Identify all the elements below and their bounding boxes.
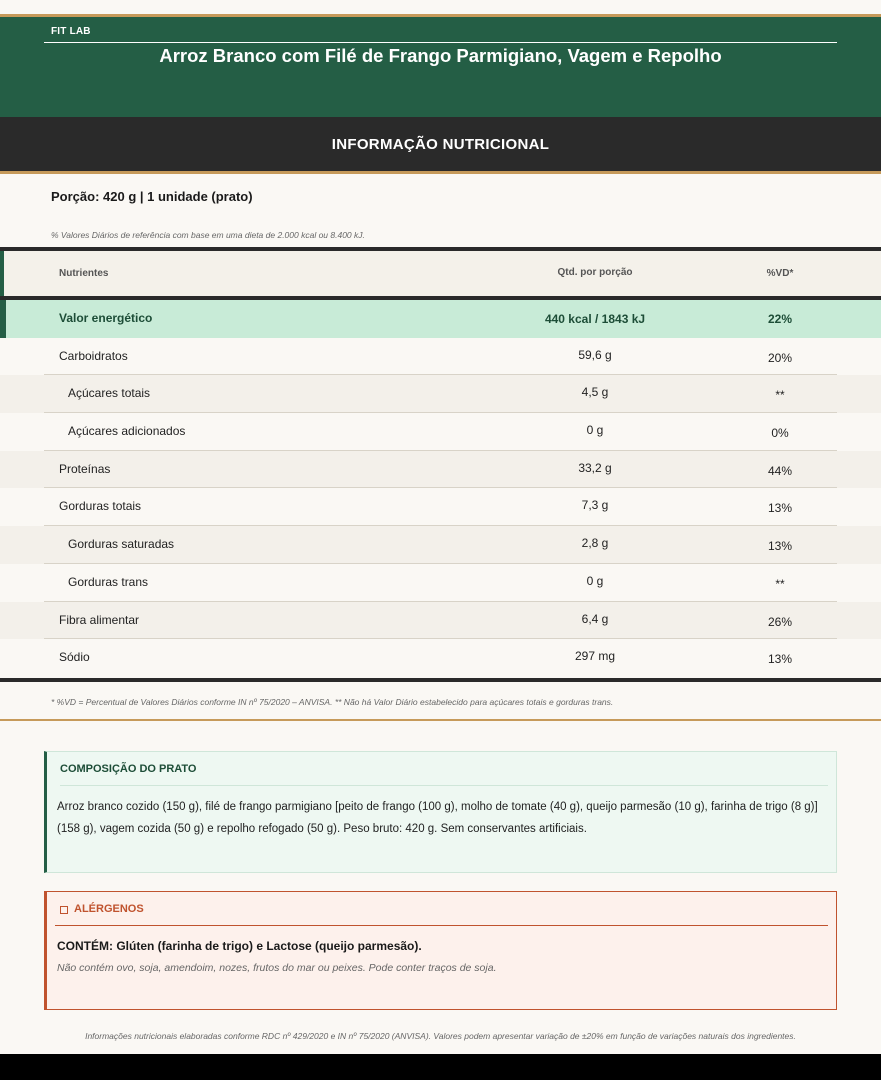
table-bottom-border: [0, 678, 881, 682]
section-gold-rule: [0, 171, 881, 174]
nutrient-qty: 59,6 g: [578, 347, 612, 362]
nutrient-qty: 2,8 g: [581, 536, 609, 551]
table-row: Gorduras trans 0 g **: [0, 564, 881, 602]
table-row: Valor energético 440 kcal / 1843 kJ 22%: [0, 300, 881, 338]
composition-divider: [60, 785, 828, 786]
nutrient-vd: 13%: [767, 501, 793, 516]
section-title: INFORMAÇÃO NUTRICIONAL: [331, 136, 550, 153]
energy-row-accent: [0, 300, 6, 338]
allergen-box: ALÉRGENOS CONTÉM: Glúten (farinha de tri…: [44, 891, 837, 1010]
table-row: Açúcares adicionados 0 g 0%: [0, 413, 881, 451]
table-row: Proteínas 33,2 g 44%: [0, 450, 881, 489]
section-title-bar: INFORMAÇÃO NUTRICIONAL: [0, 117, 881, 171]
nutrient-vd: 13%: [767, 652, 793, 667]
nutrient-vd: 20%: [767, 350, 793, 365]
table-row: Açúcares totais 4,5 g **: [0, 375, 881, 414]
header: FIT LAB Arroz Branco com Filé de Frango …: [0, 17, 881, 117]
reference-note: % Valores Diários de referência com base…: [51, 230, 365, 240]
header-divider: [44, 42, 837, 43]
nutrition-label-page: FIT LAB Arroz Branco com Filé de Frango …: [0, 0, 881, 1054]
table-header: Nutrientes Qtd. por porção %VD*: [0, 251, 881, 296]
header-vd: %VD*: [766, 268, 794, 279]
allergen-divider: [55, 925, 828, 926]
regulatory-note: Informações nutricionais elaboradas conf…: [85, 1031, 796, 1041]
nutrient-qty: 0 g: [586, 573, 604, 588]
allergen-note: Não contém ovo, soja, amendoim, nozes, f…: [57, 962, 497, 974]
serving-size: Porção: 420 g | 1 unidade (prato): [51, 189, 253, 204]
nutrient-name: Gorduras totais: [59, 499, 142, 514]
allergen-heading: ALÉRGENOS: [60, 903, 144, 915]
nutrient-vd: 22%: [767, 312, 793, 326]
nutrient-vd: **: [775, 576, 785, 591]
composition-title: COMPOSIÇÃO DO PRATO: [60, 763, 197, 775]
warning-icon: [60, 905, 68, 914]
table-row: Gorduras totais 7,3 g 13%: [0, 488, 881, 527]
nutrient-name: Gorduras trans: [68, 574, 149, 589]
brand-name: FIT LAB: [51, 26, 91, 37]
composition-text: Arroz branco cozido (150 g), filé de fra…: [57, 801, 818, 835]
footnote-gold-rule: [0, 719, 881, 721]
nutrient-name: Sódio: [59, 650, 90, 665]
nutrient-qty: 0 g: [586, 423, 604, 438]
nutrient-qty: 6,4 g: [581, 611, 609, 626]
table-header-accent: [0, 251, 4, 296]
nutrient-name: Proteínas: [59, 461, 111, 476]
nutrient-qty: 297 mg: [574, 649, 616, 664]
nutrient-vd: 0%: [771, 426, 789, 441]
table-row: Carboidratos 59,6 g 20%: [0, 338, 881, 376]
nutrient-name: Valor energético: [59, 311, 153, 325]
table-row: Fibra alimentar 6,4 g 26%: [0, 601, 881, 640]
composition-box: COMPOSIÇÃO DO PRATO Arroz branco cozido …: [44, 751, 837, 873]
product-title: Arroz Branco com Filé de Frango Parmigia…: [159, 45, 722, 66]
nutrient-name: Açúcares totais: [68, 386, 151, 401]
nutrition-table-body: Valor energético 440 kcal / 1843 kJ 22% …: [0, 300, 881, 677]
nutrient-vd: **: [775, 388, 785, 403]
nutrient-name: Açúcares adicionados: [68, 424, 186, 439]
nutrient-name: Fibra alimentar: [59, 612, 140, 627]
nutrient-qty: 4,5 g: [581, 385, 609, 400]
nutrient-qty: 33,2 g: [578, 460, 612, 475]
nutrient-name: Gorduras saturadas: [68, 537, 175, 552]
nutrient-vd: 13%: [767, 539, 793, 554]
table-row: Sódio 297 mg 13%: [0, 639, 881, 677]
nutrient-qty: 440 kcal / 1843 kJ: [544, 312, 646, 326]
header-nutrient: Nutrientes: [59, 268, 109, 279]
vd-footnote: * %VD = Percentual de Valores Diários co…: [51, 697, 614, 707]
nutrient-vd: 44%: [767, 463, 793, 478]
allergen-title: ALÉRGENOS: [74, 903, 144, 915]
nutrient-name: Carboidratos: [59, 348, 128, 363]
nutrient-qty: 7,3 g: [581, 498, 609, 513]
nutrient-vd: 26%: [767, 614, 793, 629]
table-row: Gorduras saturadas 2,8 g 13%: [0, 526, 881, 564]
header-qty: Qtd. por porção: [557, 267, 633, 278]
allergen-contains: CONTÉM: Glúten (farinha de trigo) e Lact…: [57, 939, 422, 953]
